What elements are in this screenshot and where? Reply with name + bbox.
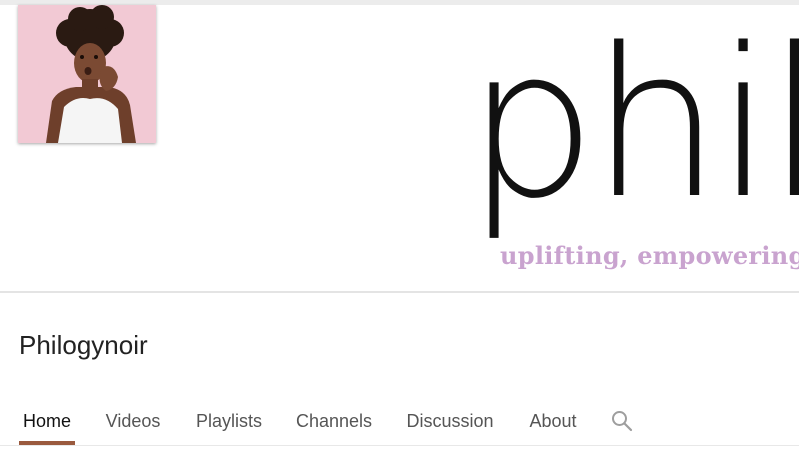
channel-tabs: Home Videos Playlists Channels Discussio…	[0, 398, 799, 446]
search-icon[interactable]	[610, 409, 634, 433]
tabs-bottom-border	[0, 445, 799, 446]
tab-playlists[interactable]: Playlists	[192, 398, 266, 444]
tab-videos[interactable]: Videos	[102, 398, 164, 444]
banner-divider	[0, 291, 799, 293]
banner-word: philo	[466, 5, 799, 244]
banner-tagline: uplifting, empowering, +	[500, 241, 799, 270]
avatar-photo	[18, 5, 156, 143]
tab-home[interactable]: Home	[19, 398, 75, 444]
channel-avatar[interactable]	[18, 5, 156, 143]
search-icon-glyph	[612, 411, 633, 432]
channel-title: Philogynoir	[19, 330, 148, 360]
channel-page: philo uplifting, empowering, +	[0, 0, 799, 450]
tab-about[interactable]: About	[525, 398, 581, 444]
tab-discussion[interactable]: Discussion	[403, 398, 497, 444]
tab-channels[interactable]: Channels	[294, 398, 374, 444]
